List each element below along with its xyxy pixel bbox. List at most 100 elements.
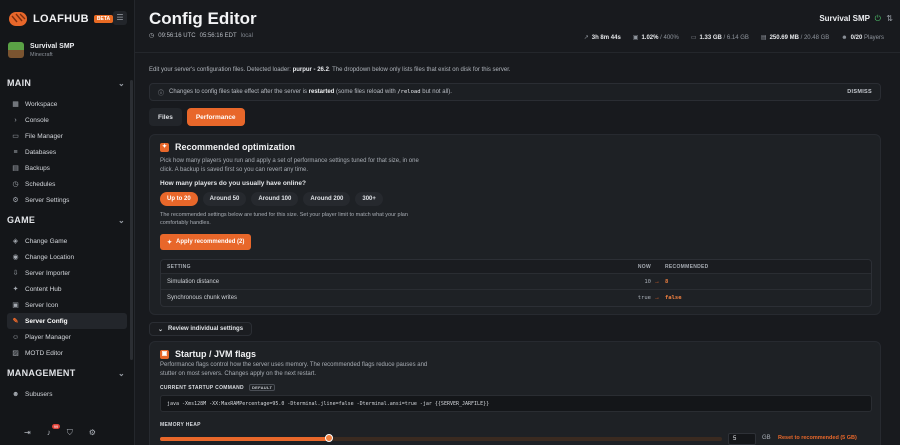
grid-icon: ▦ [12, 100, 19, 108]
sidebar-item-subusers[interactable]: ☻ Subusers [7, 386, 127, 402]
sparkle-icon: ✦ [160, 142, 169, 152]
menu-icon[interactable]: ☰ [113, 11, 127, 25]
shield-icon[interactable]: ⛉ [67, 428, 73, 438]
disk-stat: ▤ 250.69 MB / 20.48 GB [760, 35, 830, 41]
dismiss-button[interactable]: DISMISS [847, 89, 872, 95]
pin-icon: ◉ [12, 253, 19, 261]
clock-readout: ◷ 09:56:16 UTC 05:56:16 EDT local [149, 32, 253, 40]
sidebar-scrollbar[interactable] [130, 80, 133, 360]
sidebar-item-backups[interactable]: ▤ Backups [7, 160, 127, 176]
swap-icon[interactable]: ⇅ [886, 14, 893, 23]
sidebar-item-content-hub[interactable]: ✦ Content Hub [7, 281, 127, 297]
section-main-label: MAIN [7, 78, 32, 88]
section-management-toggle[interactable]: MANAGEMENT ⌄ [7, 368, 125, 378]
server-avatar [8, 42, 24, 58]
table-header: SETTING NOW RECOMMENDED [161, 260, 871, 274]
chevron-down-icon: ⌄ [117, 215, 125, 225]
apply-recommended-button[interactable]: ✦ Apply recommended (2) [160, 234, 252, 250]
sidebar-item-workspace[interactable]: ▦ Workspace [7, 96, 127, 112]
sidebar-item-server-icon[interactable]: ▣ Server Icon [7, 297, 127, 313]
logo[interactable]: LOAFHUB BETA [8, 10, 114, 28]
image-icon: ▣ [12, 301, 19, 309]
bell-icon: ♪ [46, 428, 51, 437]
sidebar-item-server-config[interactable]: ✎ Server Config [7, 313, 127, 329]
sidebar-item-change-location[interactable]: ◉ Change Location [7, 249, 127, 265]
section-game-toggle[interactable]: GAME ⌄ [7, 215, 125, 225]
chevron-down-icon: ⌄ [117, 78, 125, 88]
header-divider [135, 52, 900, 53]
option-around-100[interactable]: Around 100 [251, 192, 299, 206]
intro-text: Edit your server's configuration files. … [149, 67, 511, 73]
jvm-title: ▣ Startup / JVM flags [160, 349, 257, 359]
main-content: Config Editor ◷ 09:56:16 UTC 05:56:16 ED… [135, 0, 900, 445]
tab-performance[interactable]: Performance [186, 108, 245, 126]
player-count-question: How many players do you usually have onl… [160, 180, 306, 187]
review-settings-toggle[interactable]: ⌄ Review individual settings [149, 322, 253, 336]
reset-heap-button[interactable]: Reset to recommended (5 GB) [778, 435, 857, 441]
memory-icon: ▭ [690, 35, 697, 41]
sidebar-item-player-manager[interactable]: ☺ Player Manager [7, 329, 127, 345]
sidebar-item-console[interactable]: › Console [7, 112, 127, 128]
clock-icon: ◷ [12, 180, 19, 188]
info-icon: ⓘ [158, 90, 165, 97]
archive-icon: ▤ [12, 164, 19, 172]
optimization-note: The recommended settings below are tuned… [160, 212, 408, 226]
clock-icon: ◷ [149, 33, 155, 39]
option-around-50[interactable]: Around 50 [202, 192, 247, 206]
memory-heap-input[interactable]: 5 [728, 433, 756, 445]
option-up-to-20[interactable]: Up to 20 [160, 192, 198, 206]
nav-game: ◈ Change Game ◉ Change Location ⇩ Server Im… [7, 233, 127, 361]
table-row: Simulation distance 10 → 8 [161, 274, 871, 290]
table-row: Synchronous chunk writes true → false [167, 295, 682, 301]
loaf-logo-icon [9, 12, 27, 26]
header-server-name: Survival SMP [819, 14, 870, 23]
arrow-right-icon: → [654, 295, 660, 301]
local-label: local [240, 32, 253, 39]
memory-heap-label: MEMORY HEAP [160, 422, 201, 428]
wrench-icon: ✎ [12, 317, 19, 325]
optimization-desc: Pick how many players you run and apply … [160, 158, 419, 173]
settings-table: SETTING NOW RECOMMENDED Simulation dista… [160, 259, 872, 307]
user-icon: ☺ [12, 333, 20, 341]
jvm-desc: Performance flags control how the server… [160, 362, 428, 377]
sidebar-item-server-settings[interactable]: ⚙ Server Settings [7, 192, 127, 208]
section-main-toggle[interactable]: MAIN ⌄ [7, 78, 125, 88]
startup-command-field[interactable]: java -Xms128M -XX:MaxRAMPercentage=95.0 … [160, 395, 872, 412]
slider-thumb[interactable] [324, 434, 333, 442]
puzzle-icon: ✦ [12, 285, 19, 293]
section-game-label: GAME [7, 215, 36, 225]
editor-tabs: Files Performance [149, 108, 245, 126]
resource-stats: ↗ 3h 8m 44s ▣ 1.02% / 400% ▭ 1.33 GB / 6.14… [584, 34, 884, 42]
sidebar-item-file-manager[interactable]: ▭ File Manager [7, 128, 127, 144]
users-icon: ☻ [841, 34, 848, 41]
page-title: Config Editor [149, 9, 257, 28]
sidebar-item-server-importer[interactable]: ⇩ Server Importer [7, 265, 127, 281]
notifications-button[interactable]: ♪ 99 [46, 424, 61, 437]
option-300-plus[interactable]: 300+ [355, 192, 383, 206]
users-icon: ☻ [12, 390, 20, 398]
sidebar-item-databases[interactable]: ≡ Databases [7, 144, 127, 160]
gear-icon[interactable]: ⚙ [89, 428, 96, 437]
edt-time: 05:56:16 EDT [199, 32, 237, 39]
server-type: Minecraft [30, 51, 53, 58]
sidebar-item-schedules[interactable]: ◷ Schedules [7, 176, 127, 192]
sidebar-item-change-game[interactable]: ◈ Change Game [7, 233, 127, 249]
server-switcher[interactable]: Survival SMP Minecraft [8, 42, 74, 58]
folder-icon: ▭ [12, 132, 19, 140]
sidebar: LOAFHUB BETA ☰ Survival SMP Minecraft MA… [0, 0, 135, 445]
section-management-label: MANAGEMENT [7, 368, 76, 378]
terminal-icon: › [14, 116, 17, 124]
server-name: Survival SMP [30, 42, 75, 50]
option-around-200[interactable]: Around 200 [303, 192, 351, 206]
ram-stat: ▭ 1.33 GB / 6.14 GB [690, 35, 749, 41]
sidebar-item-motd-editor[interactable]: ▨ MOTD Editor [7, 345, 127, 361]
tab-files[interactable]: Files [149, 108, 182, 126]
logout-icon[interactable]: ⇥ [24, 428, 31, 437]
chip-icon: ▣ [160, 349, 169, 359]
memory-heap-slider[interactable] [160, 434, 722, 442]
database-icon: ≡ [13, 148, 18, 156]
power-icon[interactable]: ⏻ [875, 14, 881, 24]
players-stat: ☻ 0/20 Players [841, 34, 884, 41]
sidebar-footer: ⇥ ♪ 99 ⛉ ⚙ [0, 420, 135, 445]
brand-name: LOAFHUB [33, 13, 89, 25]
